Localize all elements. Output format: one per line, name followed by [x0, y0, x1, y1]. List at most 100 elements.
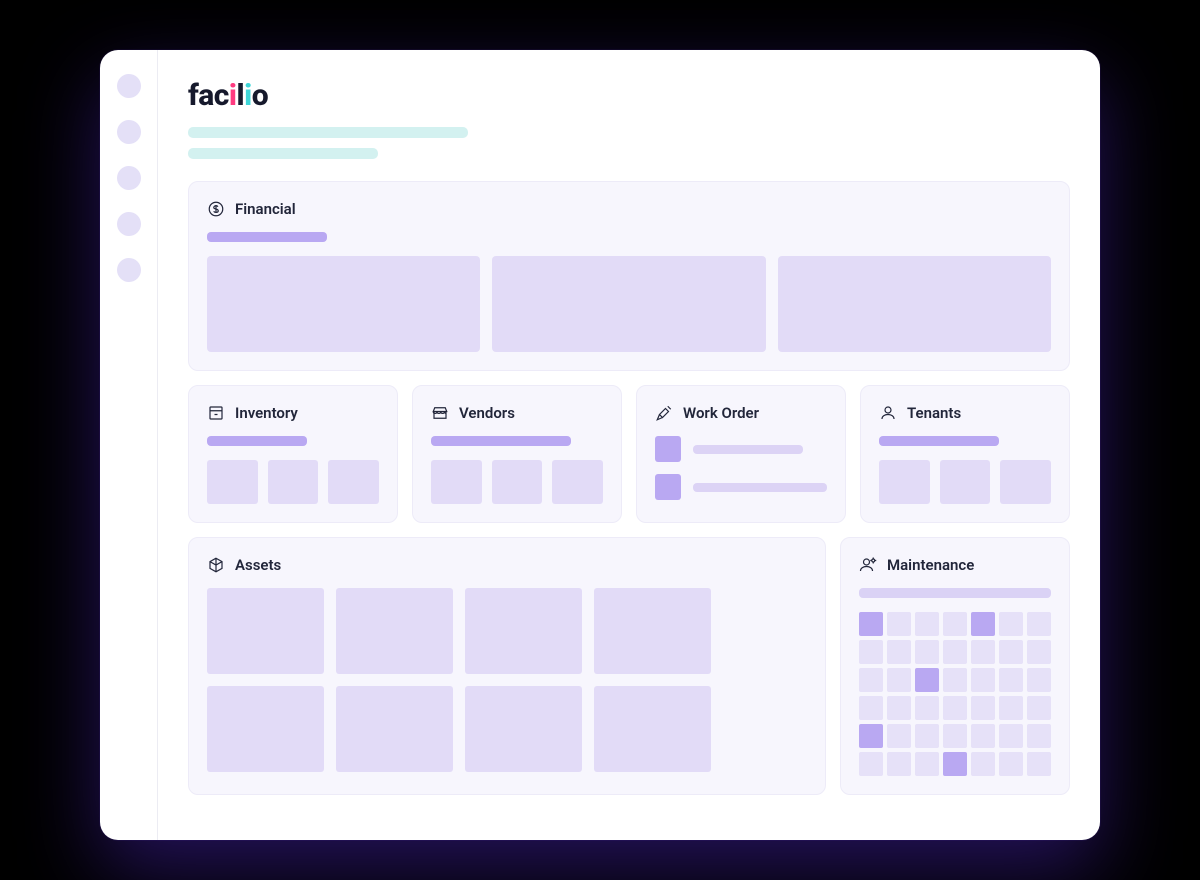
inventory-title: Inventory	[235, 404, 298, 422]
calendar-cell[interactable]	[915, 752, 939, 776]
inventory-card[interactable]: Inventory	[188, 385, 398, 523]
maintenance-title: Maintenance	[887, 556, 974, 574]
work-order-thumb	[655, 436, 681, 462]
calendar-cell[interactable]	[1027, 668, 1051, 692]
placeholder-bar	[879, 436, 999, 446]
calendar-cell[interactable]	[1027, 612, 1051, 636]
calendar-cell[interactable]	[915, 696, 939, 720]
calendar-cell[interactable]	[999, 668, 1023, 692]
sidebar-item[interactable]	[117, 120, 141, 144]
calendar-cell[interactable]	[859, 612, 883, 636]
calendar-cell[interactable]	[971, 724, 995, 748]
app-window: facilio Financial Inventory	[100, 50, 1100, 840]
inventory-widget[interactable]	[268, 460, 319, 504]
calendar-cell[interactable]	[859, 724, 883, 748]
calendar-cell[interactable]	[915, 612, 939, 636]
maintenance-card[interactable]: Maintenance	[840, 537, 1070, 795]
asset-widget[interactable]	[594, 686, 711, 772]
storefront-icon	[431, 404, 449, 422]
inventory-widget[interactable]	[328, 460, 379, 504]
tenants-card[interactable]: Tenants	[860, 385, 1070, 523]
financial-card[interactable]: Financial	[188, 181, 1070, 371]
logo: facilio	[188, 78, 1070, 113]
calendar-cell[interactable]	[999, 640, 1023, 664]
calendar-cell[interactable]	[943, 640, 967, 664]
calendar-cell[interactable]	[887, 612, 911, 636]
dollar-icon	[207, 200, 225, 218]
calendar-cell[interactable]	[887, 752, 911, 776]
placeholder-bar	[859, 588, 1051, 598]
calendar-cell[interactable]	[887, 696, 911, 720]
asset-widget[interactable]	[336, 588, 453, 674]
asset-widget[interactable]	[207, 686, 324, 772]
calendar-cell[interactable]	[943, 752, 967, 776]
calendar-cell[interactable]	[915, 724, 939, 748]
calendar-cell[interactable]	[999, 724, 1023, 748]
archive-icon	[207, 404, 225, 422]
calendar-cell[interactable]	[887, 668, 911, 692]
work-order-item[interactable]	[655, 436, 827, 462]
calendar-cell[interactable]	[943, 612, 967, 636]
assets-card[interactable]: Assets	[188, 537, 826, 795]
financial-widget[interactable]	[492, 256, 765, 352]
sidebar-item[interactable]	[117, 74, 141, 98]
calendar-cell[interactable]	[971, 612, 995, 636]
calendar-cell[interactable]	[999, 612, 1023, 636]
financial-widget[interactable]	[207, 256, 480, 352]
sidebar-item[interactable]	[117, 258, 141, 282]
vendors-card[interactable]: Vendors	[412, 385, 622, 523]
calendar-cell[interactable]	[859, 696, 883, 720]
asset-widget[interactable]	[465, 588, 582, 674]
work-order-item[interactable]	[655, 474, 827, 500]
placeholder-bar	[431, 436, 571, 446]
calendar-cell[interactable]	[971, 696, 995, 720]
sidebar	[100, 50, 158, 840]
tools-icon	[655, 404, 673, 422]
calendar-cell[interactable]	[943, 696, 967, 720]
calendar-cell[interactable]	[1027, 696, 1051, 720]
placeholder-line	[693, 445, 803, 454]
asset-widget[interactable]	[207, 588, 324, 674]
sidebar-item[interactable]	[117, 212, 141, 236]
calendar-cell[interactable]	[971, 752, 995, 776]
assets-title: Assets	[235, 556, 281, 574]
tenants-widget[interactable]	[940, 460, 991, 504]
calendar-cell[interactable]	[859, 640, 883, 664]
asset-widget[interactable]	[465, 686, 582, 772]
calendar-cell[interactable]	[859, 752, 883, 776]
work-order-card[interactable]: Work Order	[636, 385, 846, 523]
calendar-cell[interactable]	[887, 724, 911, 748]
vendors-widget[interactable]	[492, 460, 543, 504]
placeholder-line	[188, 127, 468, 138]
financial-widget[interactable]	[778, 256, 1051, 352]
asset-widget[interactable]	[594, 588, 711, 674]
calendar-cell[interactable]	[943, 724, 967, 748]
calendar-cell[interactable]	[887, 640, 911, 664]
calendar-cell[interactable]	[1027, 640, 1051, 664]
work-order-thumb	[655, 474, 681, 500]
tenants-widget[interactable]	[1000, 460, 1051, 504]
inventory-widget[interactable]	[207, 460, 258, 504]
financial-title: Financial	[235, 200, 296, 218]
vendors-widget[interactable]	[552, 460, 603, 504]
calendar-cell[interactable]	[971, 668, 995, 692]
maintenance-calendar[interactable]	[859, 612, 1051, 776]
calendar-cell[interactable]	[1027, 724, 1051, 748]
calendar-cell[interactable]	[999, 752, 1023, 776]
engineer-icon	[859, 556, 877, 574]
sidebar-item[interactable]	[117, 166, 141, 190]
person-icon	[879, 404, 897, 422]
calendar-cell[interactable]	[971, 640, 995, 664]
calendar-cell[interactable]	[999, 696, 1023, 720]
asset-widget[interactable]	[336, 686, 453, 772]
tenants-widget[interactable]	[879, 460, 930, 504]
calendar-cell[interactable]	[943, 668, 967, 692]
calendar-cell[interactable]	[915, 668, 939, 692]
calendar-cell[interactable]	[915, 640, 939, 664]
vendors-widget[interactable]	[431, 460, 482, 504]
placeholder-line	[693, 483, 827, 492]
work-order-title: Work Order	[683, 404, 759, 422]
calendar-cell[interactable]	[1027, 752, 1051, 776]
calendar-cell[interactable]	[859, 668, 883, 692]
placeholder-bar	[207, 436, 307, 446]
